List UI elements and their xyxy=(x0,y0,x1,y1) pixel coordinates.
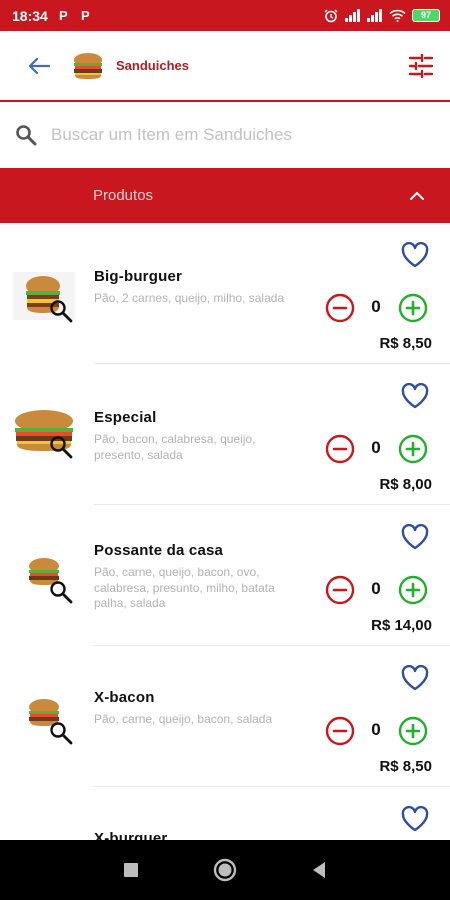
section-title: Produtos xyxy=(93,187,154,204)
zoom-icon[interactable] xyxy=(49,721,73,745)
back-button[interactable] xyxy=(24,51,54,81)
list-item: Possante da casa Pão, carne, queijo, bac… xyxy=(0,505,450,646)
favorite-heart-icon[interactable] xyxy=(401,242,429,268)
product-name: X-burguer xyxy=(94,830,168,840)
product-description: Pão, carne, queijo, bacon, salada xyxy=(94,712,273,726)
home-button[interactable] xyxy=(178,840,272,900)
increase-quantity-button[interactable] xyxy=(398,434,428,464)
sliders-icon xyxy=(408,53,434,78)
quantity-value: 0 xyxy=(371,579,381,598)
zoom-icon[interactable] xyxy=(49,435,73,459)
search-bar xyxy=(0,103,450,167)
wifi-icon xyxy=(389,9,406,22)
square-icon xyxy=(124,863,138,877)
decrease-quantity-button[interactable] xyxy=(325,716,355,746)
favorite-heart-icon[interactable] xyxy=(401,806,429,832)
signal-icon xyxy=(345,9,360,22)
product-list: Big-burguer Pão, 2 carnes, queijo, milho… xyxy=(0,223,450,840)
notification-p-icon: P xyxy=(80,8,90,23)
circle-icon xyxy=(213,858,237,882)
product-price: R$ 14,00 xyxy=(371,617,432,634)
alarm-icon xyxy=(324,8,338,22)
product-name: Possante da casa xyxy=(94,542,224,559)
recents-button[interactable] xyxy=(84,840,178,900)
list-item: Especial Pão, bacon, calabresa, queijo, … xyxy=(0,364,450,505)
app-header: Sanduiches xyxy=(0,31,450,102)
decrease-quantity-button[interactable] xyxy=(325,434,355,464)
products-section-header[interactable]: Produtos xyxy=(0,168,450,223)
quantity-value: 0 xyxy=(371,438,381,457)
triangle-back-icon xyxy=(313,862,325,878)
filter-button[interactable] xyxy=(406,51,436,81)
quantity-value: 0 xyxy=(371,297,381,316)
arrow-left-icon xyxy=(28,57,50,74)
signal-icon xyxy=(367,9,382,22)
search-icon xyxy=(16,125,37,146)
back-nav-button[interactable] xyxy=(272,840,366,900)
status-bar: 18:34 P P 97 xyxy=(0,0,450,31)
decrease-quantity-button[interactable] xyxy=(325,293,355,323)
quantity-value: 0 xyxy=(371,720,381,739)
notification-p-icon: P xyxy=(58,8,68,23)
list-item: Big-burguer Pão, 2 carnes, queijo, milho… xyxy=(0,223,450,364)
chevron-up-icon xyxy=(410,191,424,200)
favorite-heart-icon[interactable] xyxy=(401,524,429,550)
list-item: X-burguer xyxy=(0,787,450,840)
favorite-heart-icon[interactable] xyxy=(401,665,429,691)
decrease-quantity-button[interactable] xyxy=(325,575,355,605)
product-price: R$ 8,00 xyxy=(379,476,432,493)
page-title: Sanduiches xyxy=(116,58,189,73)
product-description: Pão, 2 carnes, queijo, milho, salada xyxy=(94,291,285,305)
product-description: Pão, carne, queijo, bacon, ovo, calabres… xyxy=(94,565,275,610)
product-description: Pão, bacon, calabresa, queijo, presento,… xyxy=(94,432,256,462)
favorite-heart-icon[interactable] xyxy=(401,383,429,409)
system-navigation-bar xyxy=(0,840,450,900)
increase-quantity-button[interactable] xyxy=(398,716,428,746)
list-item: X-bacon Pão, carne, queijo, bacon, salad… xyxy=(0,646,450,787)
zoom-icon[interactable] xyxy=(49,299,73,323)
increase-quantity-button[interactable] xyxy=(398,293,428,323)
category-burger-image xyxy=(74,52,102,79)
search-input[interactable] xyxy=(51,125,431,145)
status-time: 18:34 xyxy=(12,7,48,24)
increase-quantity-button[interactable] xyxy=(398,575,428,605)
battery-icon: 97 xyxy=(412,9,440,22)
product-price: R$ 8,50 xyxy=(379,335,432,352)
product-price: R$ 8,50 xyxy=(379,758,432,775)
product-name: Big-burguer xyxy=(94,268,183,285)
product-name: X-bacon xyxy=(94,689,155,706)
product-name: Especial xyxy=(94,409,157,426)
zoom-icon[interactable] xyxy=(49,580,73,604)
